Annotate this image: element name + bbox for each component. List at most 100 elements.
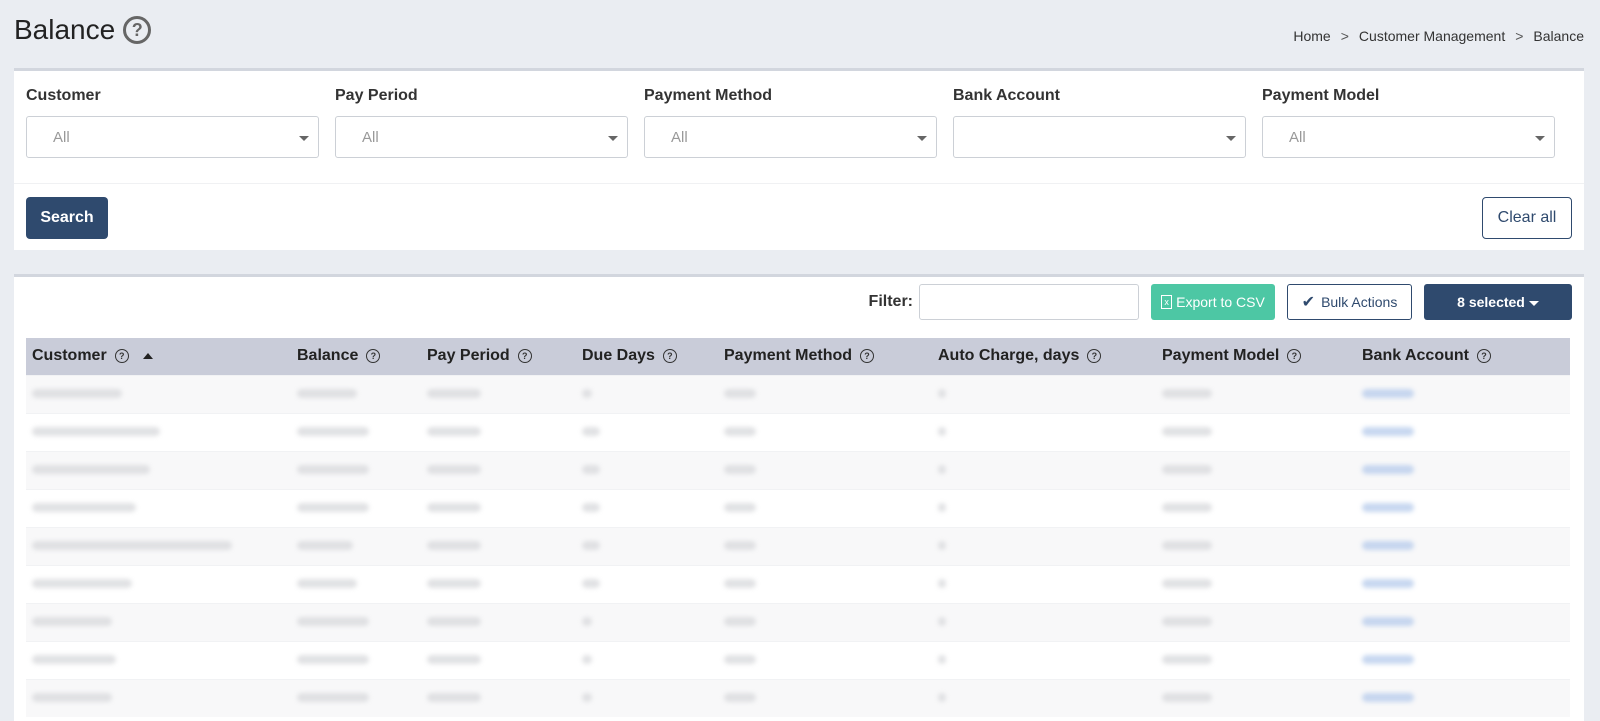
- breadcrumb-home[interactable]: Home: [1293, 28, 1330, 44]
- redacted-value: [427, 503, 481, 512]
- table-cell: [576, 412, 718, 451]
- table-row[interactable]: [26, 564, 1570, 603]
- redacted-value: [32, 541, 232, 550]
- table-cell: [932, 450, 1156, 489]
- redacted-value: [427, 427, 481, 436]
- table-cell: [1156, 412, 1356, 451]
- table-row[interactable]: [26, 526, 1570, 565]
- redacted-value: [1362, 693, 1414, 703]
- redacted-value: [297, 465, 369, 474]
- column-header-balance[interactable]: Balance?: [291, 338, 421, 375]
- redacted-value: [582, 579, 600, 588]
- payment-model-select[interactable]: All: [1262, 116, 1555, 158]
- redacted-value: [582, 693, 592, 703]
- table-cell: [421, 564, 576, 603]
- redacted-value: [32, 465, 150, 474]
- breadcrumb-customer-management[interactable]: Customer Management: [1359, 28, 1505, 44]
- table-row[interactable]: [26, 640, 1570, 679]
- selected-dropdown-button[interactable]: 8 selected: [1424, 284, 1572, 320]
- filter-label: Customer: [26, 87, 101, 104]
- bank-account-select[interactable]: [953, 116, 1246, 158]
- table-cell: [291, 450, 421, 489]
- table-row[interactable]: [26, 678, 1570, 717]
- clear-all-button[interactable]: Clear all: [1482, 197, 1572, 239]
- page-title-text: Balance: [14, 14, 116, 45]
- table-cell[interactable]: [1356, 374, 1570, 413]
- help-icon[interactable]: ?: [860, 349, 875, 364]
- help-icon[interactable]: ?: [517, 349, 532, 364]
- table-cell: [718, 678, 932, 717]
- column-label: Customer: [32, 347, 107, 365]
- redacted-value: [32, 427, 160, 436]
- filter-label: Payment Model: [1262, 87, 1380, 104]
- chevron-down-icon: [1535, 136, 1545, 141]
- help-icon[interactable]: ?: [123, 16, 152, 44]
- table-cell: [718, 488, 932, 527]
- help-icon[interactable]: ?: [1476, 349, 1491, 364]
- table-cell: [1156, 526, 1356, 565]
- redacted-value: [724, 389, 756, 398]
- redacted-value: [938, 693, 946, 703]
- sort-ascending-icon: [142, 353, 153, 360]
- chevron-down-icon: [917, 136, 927, 141]
- table-cell: [26, 602, 291, 641]
- column-header-due-days[interactable]: Due Days?: [576, 338, 718, 375]
- table-cell: [291, 488, 421, 527]
- table-row[interactable]: [26, 488, 1570, 527]
- column-header-payment-model[interactable]: Payment Model?: [1156, 338, 1356, 375]
- bulk-actions-button[interactable]: ✔ Bulk Actions: [1287, 284, 1412, 320]
- redacted-value: [1362, 389, 1414, 398]
- customer-select[interactable]: All: [26, 116, 319, 158]
- payment-method-select[interactable]: All: [644, 116, 937, 158]
- column-header-pay-period[interactable]: Pay Period?: [421, 338, 576, 375]
- bulk-label: Bulk Actions: [1321, 294, 1398, 310]
- table-cell: [718, 526, 932, 565]
- filter-pay-period: Pay Period All: [335, 87, 628, 158]
- help-icon[interactable]: ?: [366, 349, 381, 364]
- redacted-value: [297, 693, 369, 703]
- table-cell: [576, 374, 718, 413]
- table-cell[interactable]: [1356, 602, 1570, 641]
- table-row[interactable]: [26, 450, 1570, 489]
- balance-table: Customer? Balance? Pay Period? Due Days?…: [26, 338, 1570, 717]
- page-header: Balance ? Home > Customer Management > B…: [14, 14, 1584, 54]
- search-button[interactable]: Search: [26, 197, 108, 239]
- filter-label: Filter:: [868, 293, 913, 310]
- balance-table-panel: Filter: x Export to CSV ✔ Bulk Actions 8…: [14, 274, 1584, 721]
- redacted-value: [427, 541, 481, 550]
- column-header-customer[interactable]: Customer?: [26, 338, 291, 375]
- table-cell[interactable]: [1356, 640, 1570, 679]
- filter-input[interactable]: [919, 284, 1139, 320]
- table-cell[interactable]: [1356, 450, 1570, 489]
- filter-bank-account: Bank Account: [953, 87, 1246, 158]
- table-cell[interactable]: [1356, 488, 1570, 527]
- table-cell[interactable]: [1356, 564, 1570, 603]
- table-cell: [291, 526, 421, 565]
- pay-period-select[interactable]: All: [335, 116, 628, 158]
- redacted-value: [1362, 655, 1414, 664]
- table-cell: [932, 564, 1156, 603]
- help-icon[interactable]: ?: [662, 349, 677, 364]
- table-row[interactable]: [26, 374, 1570, 413]
- help-icon[interactable]: ?: [1087, 349, 1102, 364]
- redacted-value: [427, 655, 481, 664]
- breadcrumb-separator: >: [1340, 28, 1349, 44]
- column-header-payment-method[interactable]: Payment Method?: [718, 338, 932, 375]
- table-cell[interactable]: [1356, 412, 1570, 451]
- help-icon[interactable]: ?: [1287, 349, 1302, 364]
- table-cell: [421, 640, 576, 679]
- table-cell: [576, 602, 718, 641]
- redacted-value: [32, 693, 112, 703]
- table-cell: [291, 678, 421, 717]
- help-icon[interactable]: ?: [114, 349, 129, 364]
- table-cell[interactable]: [1356, 678, 1570, 717]
- export-csv-button[interactable]: x Export to CSV: [1151, 284, 1275, 320]
- table-row[interactable]: [26, 412, 1570, 451]
- table-cell: [26, 640, 291, 679]
- table-cell[interactable]: [1356, 526, 1570, 565]
- column-header-bank-account[interactable]: Bank Account?: [1356, 338, 1570, 375]
- table-row[interactable]: [26, 602, 1570, 641]
- column-header-auto-charge-days[interactable]: Auto Charge, days?: [932, 338, 1156, 375]
- redacted-value: [297, 389, 357, 398]
- table-cell: [1156, 450, 1356, 489]
